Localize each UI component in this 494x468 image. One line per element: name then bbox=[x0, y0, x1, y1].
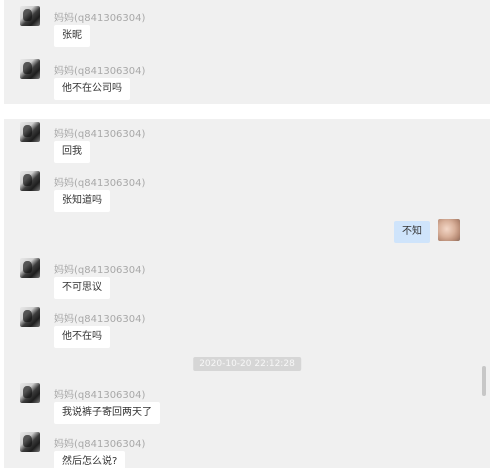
sender-name: 妈妈(q841306304) bbox=[54, 390, 146, 401]
contact-avatar[interactable] bbox=[20, 171, 40, 191]
contact-avatar[interactable] bbox=[20, 383, 40, 403]
sender-name: 妈妈(q841306304) bbox=[54, 314, 146, 325]
message-row: 妈妈(q841306304) 然后怎么说? bbox=[14, 432, 474, 468]
self-avatar[interactable] bbox=[438, 219, 460, 241]
message-bubble[interactable]: 然后怎么说? bbox=[54, 451, 126, 468]
message-row: 妈妈(q841306304) 他不在公司吗 bbox=[14, 59, 474, 103]
contact-avatar[interactable] bbox=[20, 6, 40, 26]
message-row: 妈妈(q841306304) 不可思议 bbox=[14, 258, 474, 302]
contact-avatar[interactable] bbox=[20, 122, 40, 142]
contact-avatar[interactable] bbox=[20, 432, 40, 452]
self-message-bubble[interactable]: 不知 bbox=[394, 221, 430, 243]
contact-avatar[interactable] bbox=[20, 307, 40, 327]
contact-avatar[interactable] bbox=[20, 258, 40, 278]
message-bubble[interactable]: 张昵 bbox=[54, 25, 90, 47]
sender-name: 妈妈(q841306304) bbox=[54, 439, 146, 450]
message-bubble[interactable]: 张知道吗 bbox=[54, 190, 110, 212]
message-bubble[interactable]: 不可思议 bbox=[54, 277, 110, 299]
chat-panel-top: 妈妈(q841306304) 张昵 妈妈(q841306304) 他不在公司吗 bbox=[4, 0, 490, 104]
sender-name: 妈妈(q841306304) bbox=[54, 265, 146, 276]
chat-screenshot: 妈妈(q841306304) 张昵 妈妈(q841306304) 他不在公司吗 … bbox=[0, 0, 494, 468]
message-row: 妈妈(q841306304) 他不在吗 bbox=[14, 307, 474, 351]
sender-name: 妈妈(q841306304) bbox=[54, 66, 146, 77]
message-bubble[interactable]: 他不在吗 bbox=[54, 326, 110, 348]
sender-name: 妈妈(q841306304) bbox=[54, 129, 146, 140]
message-row: 妈妈(q841306304) 张知道吗 bbox=[14, 171, 474, 215]
message-row: 妈妈(q841306304) 张昵 bbox=[14, 6, 474, 50]
sender-name: 妈妈(q841306304) bbox=[54, 13, 146, 24]
message-bubble[interactable]: 回我 bbox=[54, 141, 90, 163]
contact-avatar[interactable] bbox=[20, 59, 40, 79]
message-bubble[interactable]: 他不在公司吗 bbox=[54, 78, 130, 100]
timestamp-divider: 2020-10-20 22:12:28 bbox=[193, 357, 301, 371]
message-bubble[interactable]: 我说裤子寄回两天了 bbox=[54, 402, 160, 424]
message-row: 妈妈(q841306304) 我说裤子寄回两天了 bbox=[14, 383, 474, 427]
message-row: 妈妈(q841306304) 回我 bbox=[14, 122, 474, 166]
sender-name: 妈妈(q841306304) bbox=[54, 178, 146, 189]
scrollbar-thumb[interactable] bbox=[482, 366, 486, 396]
chat-panel-main[interactable]: 妈妈(q841306304) 回我 妈妈(q841306304) 张知道吗 不知… bbox=[4, 119, 490, 468]
